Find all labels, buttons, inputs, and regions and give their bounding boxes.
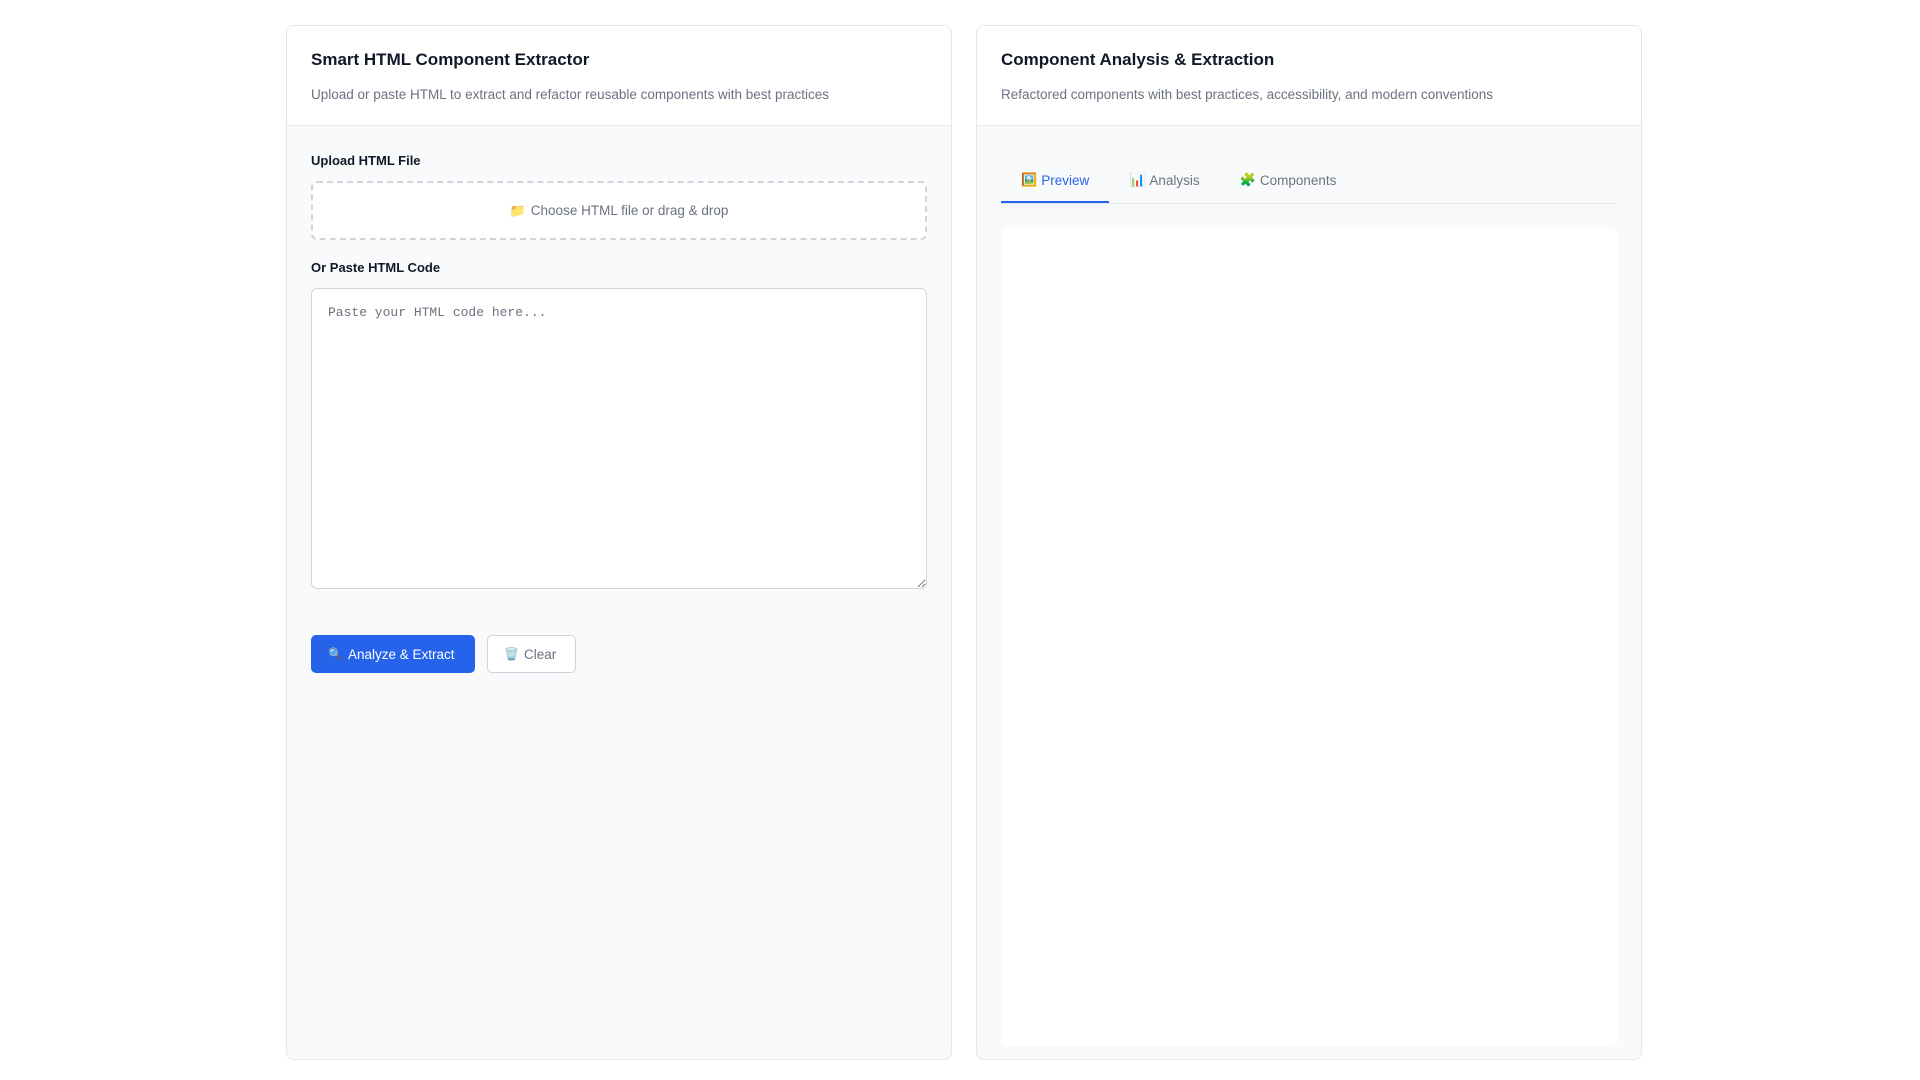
tab-preview-label: Preview [1041, 172, 1090, 188]
extractor-body: Upload HTML File 📁 Choose HTML file or d… [287, 126, 951, 697]
tab-components[interactable]: 🧩 Components [1220, 159, 1357, 203]
paste-label: Or Paste HTML Code [311, 260, 441, 275]
extractor-title: Smart HTML Component Extractor [311, 50, 590, 69]
analysis-header: Component Analysis & Extraction Refactor… [977, 26, 1641, 126]
tab-components-label: Components [1259, 172, 1337, 188]
clear-button[interactable]: 🗑️ Clear [487, 635, 576, 673]
tab-preview[interactable]: 🖼️ Preview [1001, 159, 1110, 203]
folder-icon: 📁 [509, 202, 526, 218]
analysis-body: 🖼️ Preview 📊 Analysis 🧩 Components [977, 126, 1641, 1059]
analyze-extract-label: Analyze & Extract [347, 646, 455, 662]
puzzle-icon: 🧩 [1239, 172, 1256, 187]
tab-analysis[interactable]: 📊 Analysis [1109, 159, 1219, 203]
extractor-panel: Smart HTML Component Extractor Upload or… [286, 25, 952, 1060]
upload-label: Upload HTML File [311, 153, 421, 168]
tab-analysis-label: Analysis [1149, 172, 1200, 188]
bar-chart-icon: 📊 [1129, 172, 1146, 187]
extractor-header: Smart HTML Component Extractor Upload or… [287, 26, 951, 126]
extractor-subtitle: Upload or paste HTML to extract and refa… [311, 87, 830, 102]
html-code-input[interactable] [311, 288, 927, 589]
magnifier-icon: 🔍 [328, 647, 343, 661]
action-buttons: 🔍 Analyze & Extract 🗑️ Clear [311, 635, 927, 673]
analysis-panel: Component Analysis & Extraction Refactor… [976, 25, 1642, 1060]
dropzone-text: Choose HTML file or drag & drop [530, 203, 729, 218]
result-tabs: 🖼️ Preview 📊 Analysis 🧩 Components [1001, 159, 1617, 204]
analysis-title: Component Analysis & Extraction [1001, 50, 1275, 69]
clear-label: Clear [523, 646, 557, 662]
analyze-extract-button[interactable]: 🔍 Analyze & Extract [311, 635, 475, 673]
app-page: Smart HTML Component Extractor Upload or… [0, 0, 1920, 1080]
picture-icon: 🖼️ [1021, 172, 1038, 187]
preview-area [1001, 228, 1617, 1046]
analysis-subtitle: Refactored components with best practice… [1001, 87, 1493, 102]
file-dropzone[interactable]: 📁 Choose HTML file or drag & drop [311, 181, 927, 240]
trash-icon: 🗑️ [504, 647, 519, 661]
